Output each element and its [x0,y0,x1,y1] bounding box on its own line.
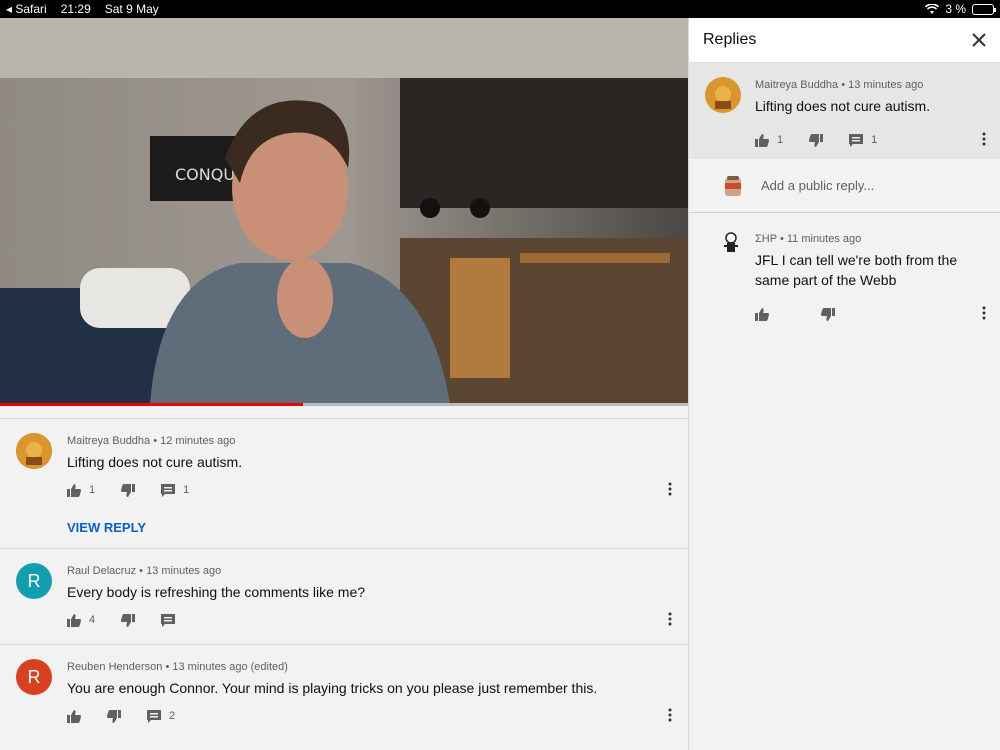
comment-author[interactable]: Reuben Henderson [67,661,162,673]
avatar[interactable] [719,231,743,255]
comment-item: R Reuben Henderson • 13 minutes ago (edi… [0,644,688,734]
wifi-icon [925,3,940,14]
comment-text: You are enough Connor. Your mind is play… [67,680,598,696]
battery-percent: 3 % [945,2,966,16]
back-app-label: Safari [15,2,47,16]
comment-actions [755,296,986,332]
thumb-down-icon [809,133,824,147]
more-vert-icon[interactable] [668,708,672,722]
avatar-letter: R [27,570,41,591]
thumb-up-icon [755,307,769,321]
comment-time: 13 minutes ago [848,79,924,91]
comment-actions: 1 1 [67,472,672,508]
comment-author[interactable]: Maitreya Buddha [755,79,838,91]
thumb-down-icon [121,483,136,497]
comment-meta: Maitreya Buddha • 12 minutes ago [67,435,236,447]
reply-icon [161,613,176,627]
avatar[interactable] [705,77,741,113]
reply-icon [849,133,864,147]
more-vert-icon[interactable] [982,132,986,146]
user-avatar [725,175,741,196]
thumb-down-icon [107,709,121,723]
reply-count: 1 [871,134,878,146]
add-reply-field[interactable]: Add a public reply... [689,159,1000,213]
video-progress-fill [0,403,303,406]
avatar[interactable]: R [16,563,52,599]
reply-button[interactable]: 2 [147,709,176,723]
comment-time: 11 minutes ago [786,233,862,245]
more-vert-icon[interactable] [668,612,672,626]
reply-count: 1 [183,484,190,496]
comment-actions: 2 [67,698,672,734]
comment-author[interactable]: Maitreya Buddha [67,435,150,447]
comment-meta: Raul Delacruz • 13 minutes ago [67,565,222,577]
comment-text: JFL I can tell we're both from the same … [755,252,958,288]
avatar[interactable]: R [16,659,52,695]
video-player[interactable]: CONQUE [0,18,688,404]
dislike-button[interactable] [121,483,136,497]
thumb-up-icon [67,483,81,497]
thumb-up-icon [67,709,81,723]
dislike-button[interactable] [121,613,136,627]
dislike-button[interactable] [809,133,824,147]
thumb-down-icon [121,613,136,627]
comment-meta: Maitreya Buddha • 13 minutes ago [755,79,924,91]
dislike-button[interactable] [107,709,121,723]
status-date: Sat 9 May [104,2,159,16]
add-reply-placeholder: Add a public reply... [761,178,875,193]
comment-text: Lifting does not cure autism. [67,454,243,470]
status-time: 21:29 [60,2,91,16]
comment-meta: Reuben Henderson • 13 minutes ago (edite… [67,661,288,673]
video-progress[interactable] [0,403,688,406]
thumb-up-icon [755,133,769,147]
view-reply-button[interactable]: VIEW REPLY [67,508,672,548]
like-button[interactable] [67,709,81,723]
like-count: 1 [777,134,784,146]
thumb-down-icon [821,307,835,321]
more-vert-icon[interactable] [982,306,986,320]
status-bar: ◂ Safari 21:29 Sat 9 May 3 % [0,0,1000,18]
thumb-up-icon [67,613,81,627]
avatar-letter: R [27,666,41,687]
parent-comment: Maitreya Buddha • 13 minutes ago Lifting… [689,63,1000,159]
like-button[interactable] [755,307,769,321]
comment-author[interactable]: ΣΗP [755,233,777,245]
more-vert-icon[interactable] [668,482,672,496]
comment-time: 12 minutes ago [160,435,236,447]
dislike-button[interactable] [821,307,835,321]
reply-icon [161,483,176,497]
comment-meta: ΣΗP • 11 minutes ago [755,233,862,245]
comment-actions: 1 1 [755,122,986,158]
comment-time: 13 minutes ago (edited) [172,661,288,673]
comment-item: R Raul Delacruz • 13 minutes ago Every b… [0,548,688,638]
avatar[interactable] [16,433,52,469]
like-button[interactable]: 1 [67,483,96,497]
battery-icon [972,3,996,15]
replies-panel: Replies Maitreya Buddha • 13 minutes ago… [688,18,1000,750]
comment-author[interactable]: Raul Delacruz [67,565,136,577]
like-button[interactable]: 4 [67,613,96,627]
comments-list: Maitreya Buddha • 12 minutes ago Lifting… [0,418,688,750]
comment-text: Lifting does not cure autism. [755,98,931,114]
reply-item: ΣΗP • 11 minutes ago JFL I can tell we'r… [689,213,1000,332]
replies-title: Replies [703,31,757,48]
like-count: 4 [89,614,96,626]
comment-text: Every body is refreshing the comments li… [67,584,366,600]
reply-button[interactable]: 1 [161,483,190,497]
like-button[interactable]: 1 [755,133,784,147]
reply-icon [147,709,161,723]
video-frame: CONQUE [0,18,688,404]
like-count: 1 [89,484,96,496]
replies-header: Replies [689,18,1000,63]
reply-button[interactable]: 1 [849,133,878,147]
back-to-app[interactable]: ◂ Safari [6,2,47,16]
comment-actions: 4 [67,602,672,638]
close-icon[interactable] [972,33,986,47]
comment-time: 13 minutes ago [146,565,222,577]
comment-item: Maitreya Buddha • 12 minutes ago Lifting… [0,418,688,548]
reply-count: 2 [169,710,176,722]
reply-button[interactable] [161,613,176,627]
